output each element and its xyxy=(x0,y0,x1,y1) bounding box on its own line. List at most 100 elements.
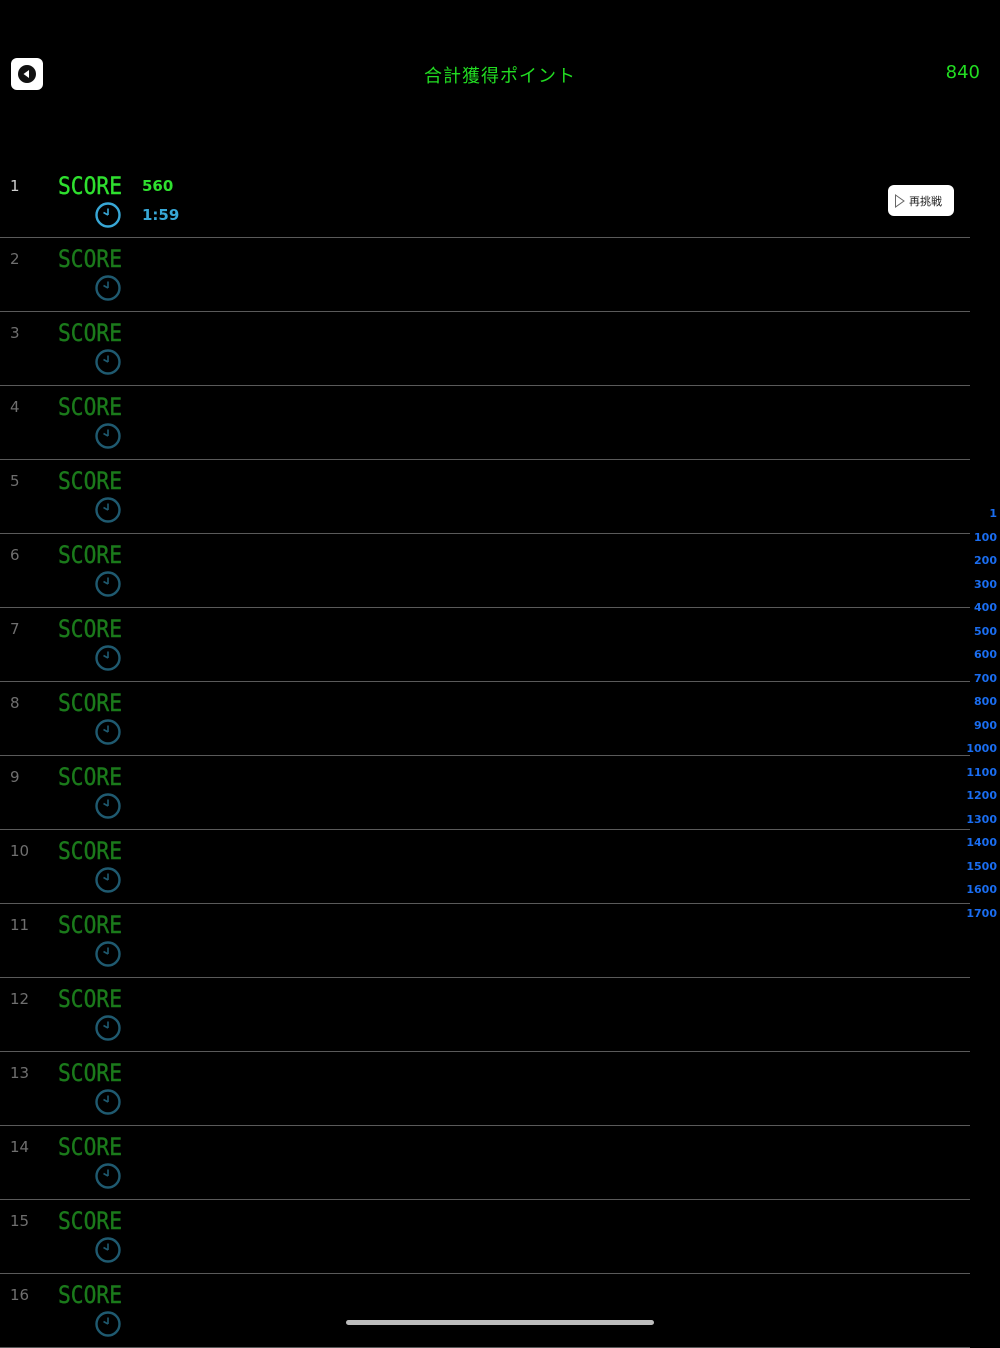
svg-text:SCORE: SCORE xyxy=(58,468,122,492)
clock-icon xyxy=(94,644,122,672)
section-index[interactable]: 1 100 200 300 400 500 600 700 800 900 1000 1100 1200… xyxy=(957,506,997,929)
svg-text:SCORE: SCORE xyxy=(58,542,122,566)
rank-number: 12 xyxy=(10,990,30,1008)
list-item[interactable]: 1 SCORE 560 1:59 再挑戦 xyxy=(0,165,970,238)
score-value: 560 xyxy=(142,177,174,195)
index-item[interactable]: 400 xyxy=(957,600,997,624)
rank-number: 3 xyxy=(10,324,20,342)
index-item[interactable]: 1000 xyxy=(957,741,997,765)
svg-text:SCORE: SCORE xyxy=(58,912,122,936)
list-item[interactable]: 13 SCORE xyxy=(0,1052,970,1126)
index-item[interactable]: 1200 xyxy=(957,788,997,812)
index-item[interactable]: 1400 xyxy=(957,835,997,859)
clock-icon xyxy=(94,866,122,894)
clock-icon xyxy=(94,570,122,598)
score-icon: SCORE xyxy=(57,1281,123,1309)
rank-number: 8 xyxy=(10,694,20,712)
score-icon: SCORE xyxy=(57,985,123,1013)
clock-icon xyxy=(94,1236,122,1264)
index-item[interactable]: 100 xyxy=(957,530,997,554)
rank-number: 15 xyxy=(10,1212,30,1230)
rank-number: 10 xyxy=(10,842,30,860)
list-item[interactable]: 3 SCORE xyxy=(0,312,970,386)
clock-icon xyxy=(94,348,122,376)
rank-number: 4 xyxy=(10,398,20,416)
svg-text:SCORE: SCORE xyxy=(58,173,122,197)
clock-icon xyxy=(94,940,122,968)
play-icon xyxy=(895,193,905,208)
index-item[interactable]: 600 xyxy=(957,647,997,671)
home-indicator xyxy=(346,1320,654,1325)
retry-button[interactable]: 再挑戦 xyxy=(888,185,954,216)
list-item[interactable]: 2 SCORE xyxy=(0,238,970,312)
score-icon: SCORE xyxy=(57,393,123,421)
score-icon: SCORE xyxy=(57,689,123,717)
list-item[interactable]: 15 SCORE xyxy=(0,1200,970,1274)
list-item[interactable]: 14 SCORE xyxy=(0,1126,970,1200)
list-item[interactable]: 16 SCORE xyxy=(0,1274,970,1348)
score-icon: SCORE xyxy=(57,615,123,643)
rank-number: 16 xyxy=(10,1286,30,1304)
svg-text:SCORE: SCORE xyxy=(58,394,122,418)
svg-text:SCORE: SCORE xyxy=(58,690,122,714)
clock-icon xyxy=(94,718,122,746)
clock-icon xyxy=(94,792,122,820)
rank-number: 13 xyxy=(10,1064,30,1082)
svg-text:SCORE: SCORE xyxy=(58,1134,122,1158)
clock-icon xyxy=(94,274,122,302)
clock-icon xyxy=(94,201,122,229)
score-icon: SCORE xyxy=(57,319,123,347)
list-item[interactable]: 11 SCORE xyxy=(0,904,970,978)
total-points: 840 xyxy=(945,62,980,83)
list-item[interactable]: 7 SCORE xyxy=(0,608,970,682)
index-item[interactable]: 200 xyxy=(957,553,997,577)
svg-text:SCORE: SCORE xyxy=(58,764,122,788)
index-item[interactable]: 500 xyxy=(957,624,997,648)
clock-icon xyxy=(94,1014,122,1042)
list-item[interactable]: 10 SCORE xyxy=(0,830,970,904)
index-item[interactable]: 1100 xyxy=(957,765,997,789)
clock-icon xyxy=(94,422,122,450)
score-icon: SCORE xyxy=(57,245,123,273)
index-item[interactable]: 1 xyxy=(957,506,997,530)
score-icon: SCORE xyxy=(57,911,123,939)
list-item[interactable]: 8 SCORE xyxy=(0,682,970,756)
svg-text:SCORE: SCORE xyxy=(58,246,122,270)
score-icon: SCORE xyxy=(57,837,123,865)
score-icon: SCORE xyxy=(57,467,123,495)
svg-text:SCORE: SCORE xyxy=(58,1282,122,1306)
rank-number: 6 xyxy=(10,546,20,564)
list-item[interactable]: 4 SCORE xyxy=(0,386,970,460)
svg-text:SCORE: SCORE xyxy=(58,1060,122,1084)
list-item[interactable]: 5 SCORE xyxy=(0,460,970,534)
index-item[interactable]: 1600 xyxy=(957,882,997,906)
rank-number: 1 xyxy=(10,177,20,195)
top-bar: 合計獲得ポイント 840 xyxy=(0,0,1000,130)
score-icon: SCORE xyxy=(57,1207,123,1235)
score-icon: SCORE xyxy=(57,541,123,569)
page-title: 合計獲得ポイント xyxy=(424,66,576,87)
rank-number: 7 xyxy=(10,620,20,638)
svg-text:SCORE: SCORE xyxy=(58,986,122,1010)
rank-number: 9 xyxy=(10,768,20,786)
score-icon: SCORE xyxy=(57,1133,123,1161)
index-item[interactable]: 1500 xyxy=(957,859,997,883)
index-item[interactable]: 1700 xyxy=(957,906,997,930)
svg-text:SCORE: SCORE xyxy=(58,616,122,640)
rank-number: 14 xyxy=(10,1138,30,1156)
list-item[interactable]: 6 SCORE xyxy=(0,534,970,608)
clock-icon xyxy=(94,1088,122,1116)
svg-text:SCORE: SCORE xyxy=(58,838,122,862)
index-item[interactable]: 900 xyxy=(957,718,997,742)
index-item[interactable]: 700 xyxy=(957,671,997,695)
list-item[interactable]: 9 SCORE xyxy=(0,756,970,830)
list-item[interactable]: 12 SCORE xyxy=(0,978,970,1052)
clock-icon xyxy=(94,1162,122,1190)
rank-number: 11 xyxy=(10,916,30,934)
index-item[interactable]: 1300 xyxy=(957,812,997,836)
rank-number: 5 xyxy=(10,472,20,490)
svg-text:SCORE: SCORE xyxy=(58,320,122,344)
index-item[interactable]: 300 xyxy=(957,577,997,601)
clock-icon xyxy=(94,496,122,524)
index-item[interactable]: 800 xyxy=(957,694,997,718)
